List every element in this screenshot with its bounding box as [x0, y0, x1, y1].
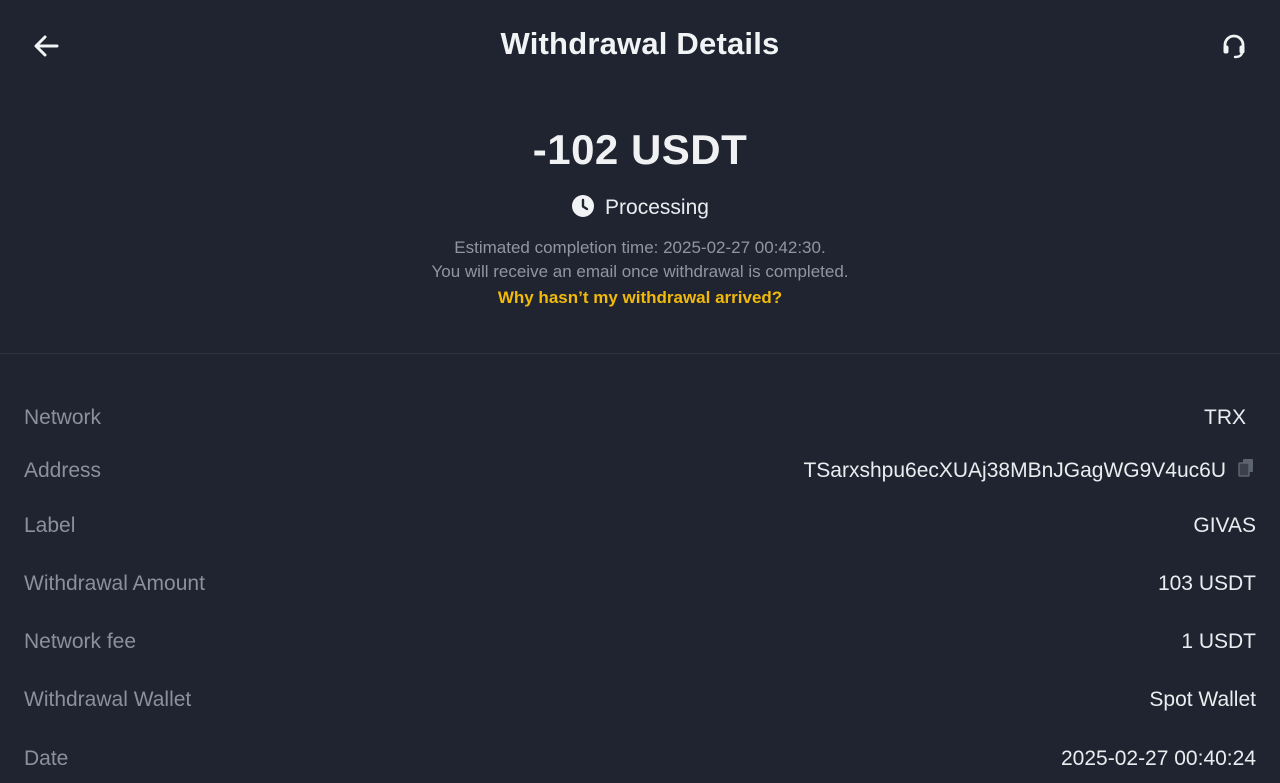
- detail-row-network: Network TRX: [24, 398, 1256, 438]
- detail-row-withdrawal-wallet: Withdrawal Wallet Spot Wallet: [24, 680, 1256, 720]
- status-text: Processing: [605, 196, 709, 219]
- detail-row-date: Date 2025-02-27 00:40:24: [24, 739, 1256, 779]
- label-value: GIVAS: [1193, 514, 1256, 537]
- estimate-line: Estimated completion time: 2025-02-27 00…: [454, 238, 826, 257]
- withdrawal-summary: -102 USDT Processing Estimated completio…: [0, 120, 1280, 308]
- divider: [0, 353, 1280, 354]
- withdrawal-amount-total: -102 USDT: [532, 126, 748, 173]
- network-value: TRX: [1204, 406, 1246, 429]
- headset-icon: [1220, 32, 1248, 65]
- network-fee-value: 1 USDT: [1181, 630, 1256, 653]
- status-badge: Processing: [0, 192, 1280, 224]
- clock-icon: [571, 194, 595, 223]
- date-value: 2025-02-27 00:40:24: [1061, 747, 1256, 770]
- address-value[interactable]: TSarxshpu6ecXUAj38MBnJGagWG9V4uc6U: [803, 459, 1226, 483]
- email-line: You will receive an email once withdrawa…: [431, 262, 849, 281]
- copy-address-button[interactable]: [1236, 459, 1256, 483]
- estimated-completion-note: Estimated completion time: 2025-02-27 00…: [0, 236, 1280, 284]
- date-label: Date: [24, 747, 69, 770]
- detail-row-network-fee: Network fee 1 USDT: [24, 622, 1256, 662]
- withdrawal-wallet-value: Spot Wallet: [1149, 688, 1256, 711]
- withdrawal-help-link[interactable]: Why hasn’t my withdrawal arrived?: [498, 288, 782, 308]
- withdrawal-amount-label: Withdrawal Amount: [24, 572, 205, 595]
- network-fee-label: Network fee: [24, 630, 137, 653]
- label-label: Label: [24, 514, 76, 537]
- copy-icon: [1237, 458, 1255, 484]
- withdrawal-details-page: Withdrawal Details -102 USDT Processing …: [0, 0, 1280, 783]
- address-label: Address: [24, 459, 102, 482]
- support-button[interactable]: [1214, 28, 1254, 68]
- detail-row-label: Label GIVAS: [24, 506, 1256, 546]
- withdrawal-amount-value: 103 USDT: [1157, 572, 1256, 595]
- address-value-group: TSarxshpu6ecXUAj38MBnJGagWG9V4uc6U: [803, 459, 1256, 483]
- page-title: Withdrawal Details: [500, 26, 780, 61]
- detail-row-address: Address TSarxshpu6ecXUAj38MBnJGagWG9V4uc…: [24, 451, 1256, 491]
- network-label: Network: [24, 406, 102, 429]
- detail-row-withdrawal-amount: Withdrawal Amount 103 USDT: [24, 564, 1256, 604]
- header: Withdrawal Details: [0, 0, 1280, 94]
- withdrawal-wallet-label: Withdrawal Wallet: [24, 688, 192, 711]
